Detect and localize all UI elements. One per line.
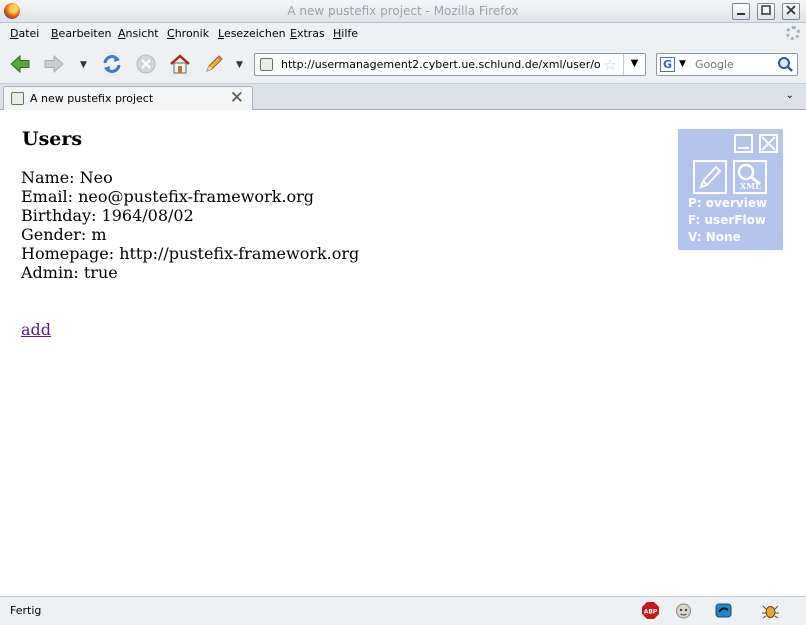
minimize-button[interactable]	[732, 3, 750, 20]
search-input[interactable]	[695, 56, 773, 73]
close-icon	[761, 136, 776, 151]
tab-current[interactable]: A new pustefix project ✕	[3, 86, 253, 110]
tab-close-icon[interactable]: ✕	[230, 88, 244, 108]
panel-variant: V: None	[688, 230, 741, 244]
tab-favicon-icon	[11, 92, 24, 105]
add-link[interactable]: add	[21, 320, 51, 339]
panel-page: P: overview	[688, 196, 768, 210]
xml-label: XML	[740, 181, 761, 191]
user-birthday: Birthday: 1964/08/02	[21, 206, 194, 225]
menu-lesezeichen[interactable]: Lesezeichen	[218, 27, 286, 40]
back-arrow-icon	[10, 54, 30, 74]
panel-flow: F: userFlow	[688, 213, 766, 227]
extension-icon[interactable]	[715, 602, 732, 619]
search-engine-icon[interactable]: G	[660, 57, 675, 72]
pustefix-debug-panel: XML P: overview F: userFlow V: None	[678, 129, 783, 250]
stop-button[interactable]	[134, 52, 158, 76]
panel-edit-button[interactable]	[693, 160, 727, 194]
panel-info: P: overview F: userFlow V: None	[688, 195, 767, 246]
home-icon	[170, 54, 190, 74]
adblock-icon[interactable]: ABP	[642, 602, 659, 619]
page-content: Users Name: Neo Email: neo@pustefix-fram…	[0, 110, 806, 596]
pencil-icon	[699, 165, 722, 189]
menu-ansicht[interactable]: Ansicht	[118, 27, 159, 40]
stop-icon	[136, 54, 156, 74]
search-engine-dropdown-icon[interactable]: ▼	[679, 59, 686, 69]
page-heading: Users	[22, 128, 83, 150]
menu-extras[interactable]: Extras	[290, 27, 325, 40]
back-button[interactable]	[8, 52, 32, 76]
minimize-icon	[737, 13, 745, 15]
menu-bearbeiten[interactable]: Bearbeiten	[51, 27, 111, 40]
minimize-icon	[738, 147, 749, 149]
history-dropdown-icon[interactable]: ▼	[80, 60, 87, 70]
user-email: Email: neo@pustefix-framework.org	[21, 187, 315, 206]
status-bar: Fertig ABP	[0, 596, 806, 625]
search-bar[interactable]: G ▼	[656, 53, 798, 76]
tab-list-dropdown-icon[interactable]: ⌄	[786, 90, 794, 101]
menu-datei[interactable]: Datei	[10, 27, 39, 40]
url-bar[interactable]: http://usermanagement2.cybert.ue.schlund…	[254, 53, 646, 76]
user-gender: Gender: m	[21, 225, 107, 244]
menu-hilfe[interactable]: Hilfe	[333, 27, 358, 40]
panel-minimize-button[interactable]	[734, 134, 753, 153]
search-icon[interactable]	[777, 56, 794, 73]
menu-chronik[interactable]: Chronik	[167, 27, 209, 40]
tab-label: A new pustefix project	[30, 92, 154, 105]
url-history-dropdown-button[interactable]: ▼	[623, 54, 645, 75]
url-text[interactable]: http://usermanagement2.cybert.ue.schlund…	[281, 58, 601, 71]
bookmark-star-icon[interactable]: ☆	[604, 56, 617, 74]
menu-bar: Datei Bearbeiten Ansicht Chronik Lesezei…	[0, 23, 806, 44]
user-name: Name: Neo	[21, 168, 113, 187]
reload-button[interactable]	[100, 52, 124, 76]
window-title: A new pustefix project - Mozilla Firefox	[287, 4, 519, 18]
edit-button[interactable]	[202, 52, 226, 76]
status-text: Fertig	[10, 604, 42, 617]
edit-dropdown-icon[interactable]: ▼	[236, 60, 243, 70]
close-icon	[786, 5, 796, 15]
panel-close-button[interactable]	[759, 134, 778, 153]
forward-button[interactable]	[42, 52, 66, 76]
adblock-label: ABP	[644, 609, 658, 616]
user-details: Name: Neo Email: neo@pustefix-framework.…	[21, 168, 359, 282]
close-window-button[interactable]	[782, 3, 800, 20]
pencil-icon	[206, 55, 223, 72]
forward-arrow-icon	[44, 54, 64, 74]
site-identity-icon[interactable]	[260, 58, 273, 71]
firebug-icon[interactable]	[762, 602, 779, 619]
throbber-icon	[786, 26, 800, 40]
maximize-icon	[761, 5, 771, 15]
maximize-button[interactable]	[757, 3, 775, 20]
greasemonkey-icon[interactable]	[675, 602, 692, 619]
window-titlebar: A new pustefix project - Mozilla Firefox	[0, 0, 806, 23]
home-button[interactable]	[168, 52, 192, 76]
user-admin: Admin: true	[21, 263, 118, 282]
panel-xml-button[interactable]: XML	[733, 160, 767, 194]
tab-bar: A new pustefix project ✕ ⌄	[0, 84, 806, 110]
reload-icon	[103, 55, 121, 73]
user-homepage: Homepage: http://pustefix-framework.org	[21, 244, 360, 263]
navigation-toolbar: ▼ ▼ http://usermanagement2.cybert.ue.sch…	[0, 44, 806, 84]
